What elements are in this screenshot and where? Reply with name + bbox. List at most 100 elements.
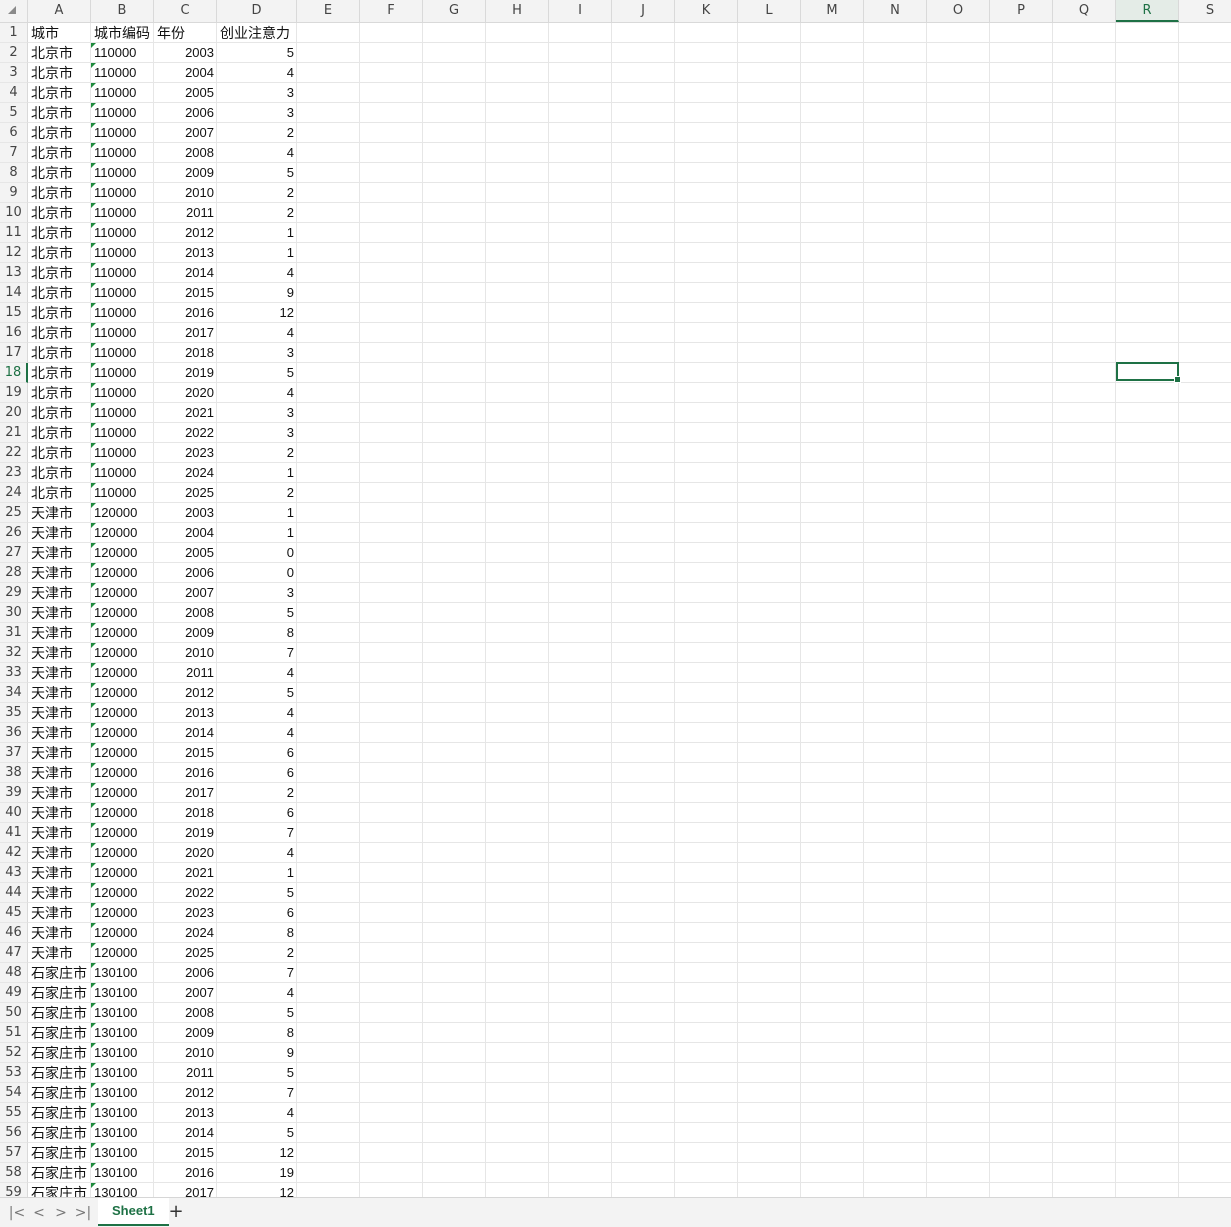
cell-city-code[interactable]: 120000 [91,763,157,783]
row-header[interactable]: 31 [0,623,28,643]
cell-city[interactable]: 北京市 [28,203,94,223]
cell-city-code[interactable]: 110000 [91,303,157,323]
cell-city-code[interactable]: 120000 [91,723,157,743]
column-header-c[interactable]: C [154,0,217,22]
row-header[interactable]: 50 [0,1003,28,1023]
cell-year[interactable]: 2020 [154,843,217,863]
cell-city[interactable]: 天津市 [28,803,94,823]
cell-city[interactable]: 天津市 [28,523,94,543]
select-all-corner[interactable] [0,0,28,22]
cell-attention[interactable]: 9 [217,283,297,303]
row-header[interactable]: 24 [0,483,28,503]
cell-year[interactable]: 2009 [154,163,217,183]
row-header[interactable]: 49 [0,983,28,1003]
cell-attention[interactable]: 4 [217,983,297,1003]
column-header-s[interactable]: S [1179,0,1231,22]
cell-attention[interactable]: 3 [217,343,297,363]
cell-attention[interactable]: 0 [217,543,297,563]
cell-city[interactable]: 天津市 [28,863,94,883]
cell-year[interactable]: 2022 [154,423,217,443]
cell-city[interactable]: 天津市 [28,583,94,603]
cell-year[interactable]: 2025 [154,483,217,503]
cell-attention[interactable]: 19 [217,1163,297,1183]
cell-city[interactable]: 天津市 [28,843,94,863]
cell-year[interactable]: 2016 [154,303,217,323]
cell-year[interactable]: 2017 [154,1183,217,1197]
cell-attention[interactable]: 12 [217,1143,297,1163]
row-header[interactable]: 48 [0,963,28,983]
column-header-d[interactable]: D [217,0,297,22]
cell-city[interactable]: 天津市 [28,643,94,663]
cell-year[interactable]: 2010 [154,643,217,663]
cell-city[interactable]: 天津市 [28,823,94,843]
cell-year[interactable]: 2024 [154,463,217,483]
cell-city-code[interactable]: 110000 [91,263,157,283]
cell-year[interactable]: 2013 [154,703,217,723]
cell-year[interactable]: 2007 [154,583,217,603]
cell-year[interactable]: 2005 [154,83,217,103]
cell-city-code[interactable]: 120000 [91,503,157,523]
row-header[interactable]: 10 [0,203,28,223]
row-header[interactable]: 26 [0,523,28,543]
cell-year[interactable]: 2006 [154,103,217,123]
cell-city-code[interactable]: 110000 [91,43,157,63]
cell-city[interactable]: 天津市 [28,923,94,943]
row-header[interactable]: 15 [0,303,28,323]
cell-attention[interactable]: 6 [217,763,297,783]
row-header[interactable]: 17 [0,343,28,363]
cell-city-code[interactable]: 110000 [91,483,157,503]
cell-year[interactable]: 2006 [154,563,217,583]
column-header-l[interactable]: L [738,0,801,22]
cell-attention[interactable]: 4 [217,323,297,343]
row-header[interactable]: 30 [0,603,28,623]
cell-attention[interactable]: 5 [217,363,297,383]
cell-city-code[interactable]: 120000 [91,783,157,803]
spreadsheet-grid[interactable]: ABCDEFGHIJKLMNOPQRS 1 城市 城市编码 年份 创业注意力 2 北京市 11… [0,0,1231,1197]
row-header[interactable]: 58 [0,1163,28,1183]
cell-city-code[interactable]: 110000 [91,183,157,203]
cell-city[interactable]: 石家庄市 [28,1043,94,1063]
column-header-h[interactable]: H [486,0,549,22]
cell-attention[interactable]: 0 [217,563,297,583]
cell-city[interactable]: 天津市 [28,563,94,583]
row-header[interactable]: 12 [0,243,28,263]
cell-attention[interactable]: 3 [217,423,297,443]
cell-city[interactable]: 天津市 [28,743,94,763]
cell-city-code[interactable]: 130100 [91,1023,157,1043]
cell-attention[interactable]: 5 [217,683,297,703]
row-header[interactable]: 23 [0,463,28,483]
cell-year[interactable]: 2022 [154,883,217,903]
cell-city[interactable]: 北京市 [28,423,94,443]
cell-city[interactable]: 石家庄市 [28,983,94,1003]
cell-year[interactable]: 2004 [154,63,217,83]
cell-attention[interactable]: 8 [217,1023,297,1043]
column-header-a[interactable]: A [28,0,91,22]
cell-city-code[interactable]: 120000 [91,823,157,843]
cell-year[interactable]: 2024 [154,923,217,943]
cell-year[interactable]: 2016 [154,763,217,783]
tab-sheet1[interactable]: Sheet1 [98,1198,169,1226]
cell-year[interactable]: 2003 [154,503,217,523]
cell-attention[interactable]: 5 [217,1003,297,1023]
row-header[interactable]: 40 [0,803,28,823]
cell-city-code[interactable]: 130100 [91,1123,157,1143]
row-header[interactable]: 16 [0,323,28,343]
cell-year[interactable]: 2007 [154,983,217,1003]
cell-city[interactable]: 北京市 [28,223,94,243]
row-header[interactable]: 35 [0,703,28,723]
selected-cell-r18[interactable] [1116,362,1181,383]
cell-attention[interactable]: 2 [217,943,297,963]
cell-city-code[interactable]: 110000 [91,463,157,483]
cell-year[interactable]: 2015 [154,283,217,303]
row-header[interactable]: 46 [0,923,28,943]
cell-city-code[interactable]: 120000 [91,703,157,723]
header-cell-attention[interactable]: 创业注意力 [217,23,300,43]
row-header[interactable]: 38 [0,763,28,783]
cell-city-code[interactable]: 110000 [91,123,157,143]
cell-year[interactable]: 2004 [154,523,217,543]
cell-year[interactable]: 2008 [154,143,217,163]
cell-city[interactable]: 天津市 [28,663,94,683]
row-header[interactable]: 54 [0,1083,28,1103]
cell-attention[interactable]: 4 [217,1103,297,1123]
row-header[interactable]: 44 [0,883,28,903]
